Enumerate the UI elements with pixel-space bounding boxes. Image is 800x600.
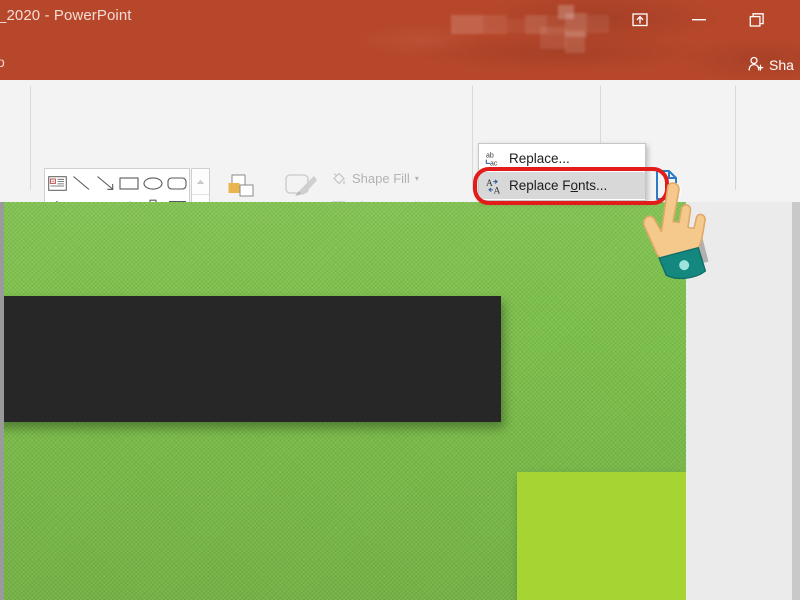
menu-item-label: Replace...: [509, 151, 570, 166]
svg-text:ab: ab: [486, 153, 494, 160]
oval-shape[interactable]: [142, 172, 164, 194]
ribbon-tab-partial: o: [0, 54, 5, 70]
restore-window-button[interactable]: [737, 0, 777, 40]
slide-dark-bar-shape[interactable]: [0, 296, 501, 422]
scroll-up-icon[interactable]: [192, 169, 209, 196]
menu-item-replace-fonts[interactable]: A A Replace Fonts...: [479, 172, 645, 199]
menu-item-label-after: nts...: [578, 178, 608, 193]
ribbon-separator: [472, 86, 473, 190]
line-shape[interactable]: [70, 172, 92, 194]
ribbon-separator: [735, 86, 736, 190]
slide-left-edge: [0, 202, 4, 600]
window-title: _2020 - PowerPoint: [0, 7, 132, 24]
arrow-shape[interactable]: [94, 172, 116, 194]
replace-fonts-icon: A A: [479, 177, 509, 195]
rectangle-shape[interactable]: [118, 172, 140, 194]
svg-text:A: A: [486, 179, 493, 189]
chevron-down-icon[interactable]: ▾: [415, 174, 419, 183]
menu-item-accelerator: o: [570, 178, 579, 193]
title-bar: _2020 - PowerPoint o Sha: [0, 0, 800, 80]
redacted-region: [415, 5, 615, 53]
slide-canvas[interactable]: [0, 202, 686, 600]
minimize-button[interactable]: [679, 0, 719, 40]
ribbon-display-options-button[interactable]: [620, 0, 660, 40]
vertical-scrollbar[interactable]: [792, 202, 800, 600]
share-label: Sha: [769, 57, 794, 73]
slide-accent-rectangle-shape[interactable]: [517, 472, 686, 600]
menu-item-label: Replace Fonts...: [509, 178, 607, 193]
shape-fill-icon: [330, 170, 347, 187]
text-box-shape[interactable]: [46, 172, 68, 194]
shape-fill-button[interactable]: Shape Fill ▾: [330, 170, 419, 187]
share-button[interactable]: Sha: [748, 52, 794, 78]
svg-text:A: A: [494, 186, 501, 195]
shapes-row: [45, 171, 189, 195]
ribbon-separator: [30, 86, 31, 190]
menu-item-replace[interactable]: ab ac Replace...: [479, 145, 645, 172]
pointing-hand-cursor: [624, 178, 728, 286]
shape-fill-label: Shape Fill: [352, 171, 410, 186]
menu-item-label-before: Replace F: [509, 178, 571, 193]
svg-text:ac: ac: [490, 161, 498, 168]
rounded-rectangle-shape[interactable]: [166, 172, 188, 194]
powerpoint-window: _2020 - PowerPoint o Sha Shape Fill ▾ ab…: [0, 0, 800, 600]
replace-dropdown-menu: ab ac Replace... A A Replace Fonts...: [478, 143, 646, 201]
replace-icon: ab ac: [479, 150, 509, 167]
person-add-icon: [748, 56, 765, 75]
